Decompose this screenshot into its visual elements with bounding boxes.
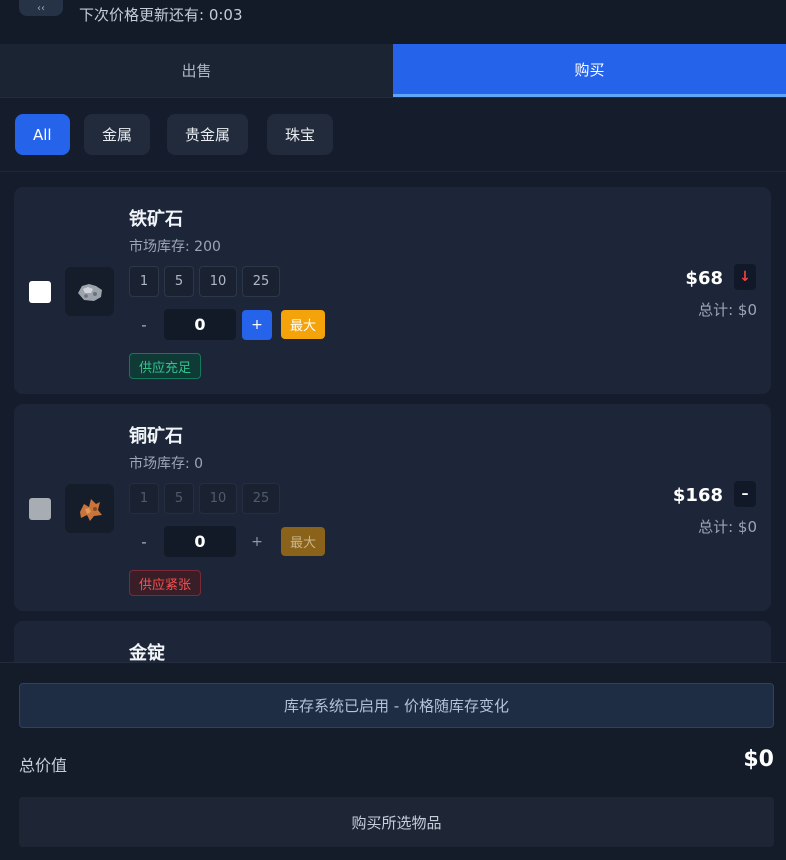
quick-amount-1[interactable]: 1 [129, 483, 159, 514]
list-item: 铁矿石 市场库存: 200 1 5 10 25 - 0 + 最大 供应充足 $6… [14, 187, 771, 394]
inventory-system-notice: 库存系统已启用 - 价格随库存变化 [19, 683, 774, 728]
top-bar: ‹‹ 下次价格更新还有: 0:03 [0, 0, 786, 44]
trend-flat-icon: – [734, 481, 756, 507]
filter-metal[interactable]: 金属 [84, 114, 151, 155]
quick-amount-1[interactable]: 1 [129, 266, 159, 297]
increment-button[interactable]: + [242, 309, 272, 340]
max-button[interactable]: 最大 [281, 527, 326, 556]
footer-panel: 库存系统已启用 - 价格随库存变化 总价值 $0 购买所选物品 [0, 662, 786, 860]
tab-buy[interactable]: 购买 [393, 44, 786, 97]
list-item: 铜矿石 市场库存: 0 1 5 10 25 - 0 + 最大 供应紧张 $168… [14, 404, 771, 611]
filter-all[interactable]: All [15, 114, 70, 155]
back-icon[interactable]: ‹‹ [19, 0, 63, 16]
item-checkbox[interactable] [29, 498, 51, 520]
item-price: $168 [672, 485, 723, 506]
filter-jewelry[interactable]: 珠宝 [267, 114, 334, 155]
quantity-input[interactable]: 0 [164, 526, 236, 557]
buy-selected-button[interactable]: 购买所选物品 [19, 797, 774, 847]
supply-status-badge: 供应紧张 [129, 570, 202, 596]
quick-amount-5[interactable]: 5 [164, 483, 194, 514]
item-list: 铁矿石 市场库存: 200 1 5 10 25 - 0 + 最大 供应充足 $6… [0, 172, 786, 662]
item-name: 金锭 [129, 643, 165, 662]
filter-precious-metal[interactable]: 贵金属 [167, 114, 249, 155]
tab-sell[interactable]: 出售 [0, 44, 393, 97]
item-name: 铜矿石 [129, 426, 183, 447]
item-total: 总计: $0 [698, 518, 757, 536]
item-checkbox[interactable] [29, 281, 51, 303]
quick-amount-25[interactable]: 25 [242, 483, 280, 514]
quantity-stepper: - 0 + 最大 [129, 309, 326, 340]
trend-down-icon: ↓ [734, 264, 756, 290]
quantity-stepper: - 0 + 最大 [129, 526, 326, 557]
quick-amount-group: 1 5 10 25 [129, 266, 280, 297]
price-update-timer: 下次价格更新还有: 0:03 [79, 6, 243, 24]
decrement-button[interactable]: - [129, 316, 159, 334]
item-stock: 市场库存: 200 [129, 239, 221, 255]
decrement-button[interactable]: - [129, 533, 159, 551]
copper-ore-icon [65, 484, 114, 533]
increment-button[interactable]: + [242, 527, 272, 557]
item-name: 铁矿石 [129, 209, 183, 230]
quick-amount-5[interactable]: 5 [164, 266, 194, 297]
item-stock: 市场库存: 0 [129, 456, 204, 472]
max-button[interactable]: 最大 [281, 310, 326, 339]
mode-tabs: 出售 购买 [0, 44, 786, 98]
list-item: 金锭 [14, 621, 771, 662]
category-filters: All 金属 贵金属 珠宝 [0, 98, 786, 172]
quick-amount-10[interactable]: 10 [199, 266, 237, 297]
quantity-input[interactable]: 0 [164, 309, 236, 340]
supply-status-badge: 供应充足 [129, 353, 202, 379]
total-value-label: 总价值 [19, 756, 68, 775]
item-price: $68 [685, 268, 723, 289]
total-value: $0 [743, 747, 774, 772]
iron-ore-icon [65, 267, 114, 316]
item-total: 总计: $0 [698, 301, 757, 319]
quick-amount-25[interactable]: 25 [242, 266, 280, 297]
quick-amount-10[interactable]: 10 [199, 483, 237, 514]
quick-amount-group: 1 5 10 25 [129, 483, 280, 514]
